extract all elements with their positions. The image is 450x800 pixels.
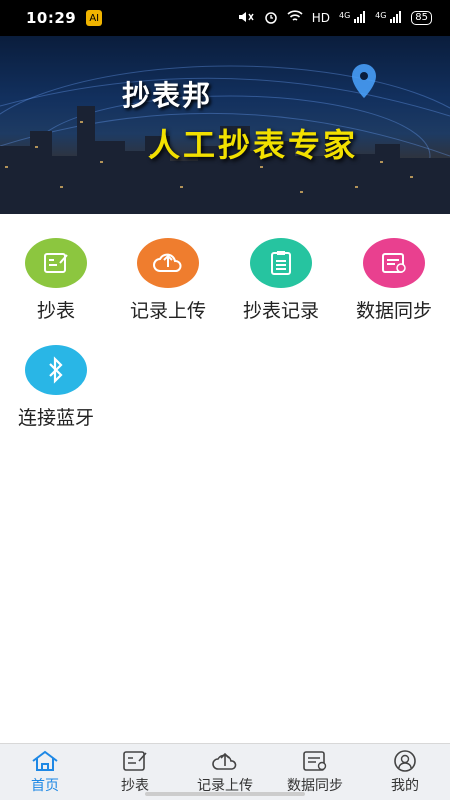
tile-data-sync[interactable]: 数据同步 — [338, 214, 450, 322]
meter-note-icon — [25, 238, 87, 288]
status-time: 10:29 — [26, 9, 77, 27]
tile-record-upload[interactable]: 记录上传 — [112, 214, 224, 322]
tile-label: 记录上传 — [129, 300, 206, 322]
signal-1-label: 4G — [339, 10, 351, 20]
meter-note-icon — [123, 751, 147, 771]
hero-banner: 抄表邦 人工抄表专家 — [0, 36, 450, 214]
tab-label: 首页 — [31, 778, 59, 794]
clipboard-list-icon — [250, 238, 312, 288]
tile-label: 数据同步 — [355, 300, 432, 322]
mute-icon — [237, 10, 255, 27]
tile-label: 抄表 — [36, 300, 75, 322]
user-icon — [394, 750, 416, 772]
tab-home[interactable]: 首页 — [0, 744, 90, 800]
battery-icon: 85 — [411, 11, 432, 25]
banner-title: 抄表邦 — [122, 79, 213, 112]
tile-label: 抄表记录 — [242, 300, 319, 322]
signal-icon-1: 4G — [339, 10, 366, 26]
bluetooth-icon — [25, 345, 87, 395]
sync-document-icon — [363, 238, 425, 288]
status-indicators: HD 4G 4G 85 — [237, 10, 432, 27]
signal-icon-2: 4G — [375, 10, 402, 26]
tile-label: 连接蓝牙 — [17, 407, 94, 429]
alarm-icon — [264, 10, 278, 27]
ai-badge-icon: AI — [86, 10, 103, 26]
tile-meter-records[interactable]: 抄表记录 — [225, 214, 337, 322]
sync-document-icon — [303, 751, 327, 771]
cloud-upload-icon — [137, 238, 199, 288]
tab-mine[interactable]: 我的 — [360, 744, 450, 800]
cloud-upload-icon — [212, 752, 237, 770]
home-indicator[interactable] — [145, 792, 305, 796]
status-bar: 10:29 AI HD 4G 4G 85 — [0, 0, 450, 36]
map-pin-icon — [352, 64, 376, 98]
banner-subtitle: 人工抄表专家 — [148, 126, 359, 164]
home-icon — [32, 750, 58, 771]
tile-meter-reading[interactable]: 抄表 — [0, 214, 112, 322]
network-hd-label: HD — [311, 11, 331, 25]
signal-2-label: 4G — [375, 10, 387, 20]
tile-connect-bluetooth[interactable]: 连接蓝牙 — [0, 321, 112, 429]
wifi-icon — [287, 10, 303, 26]
tab-label: 我的 — [391, 778, 419, 794]
